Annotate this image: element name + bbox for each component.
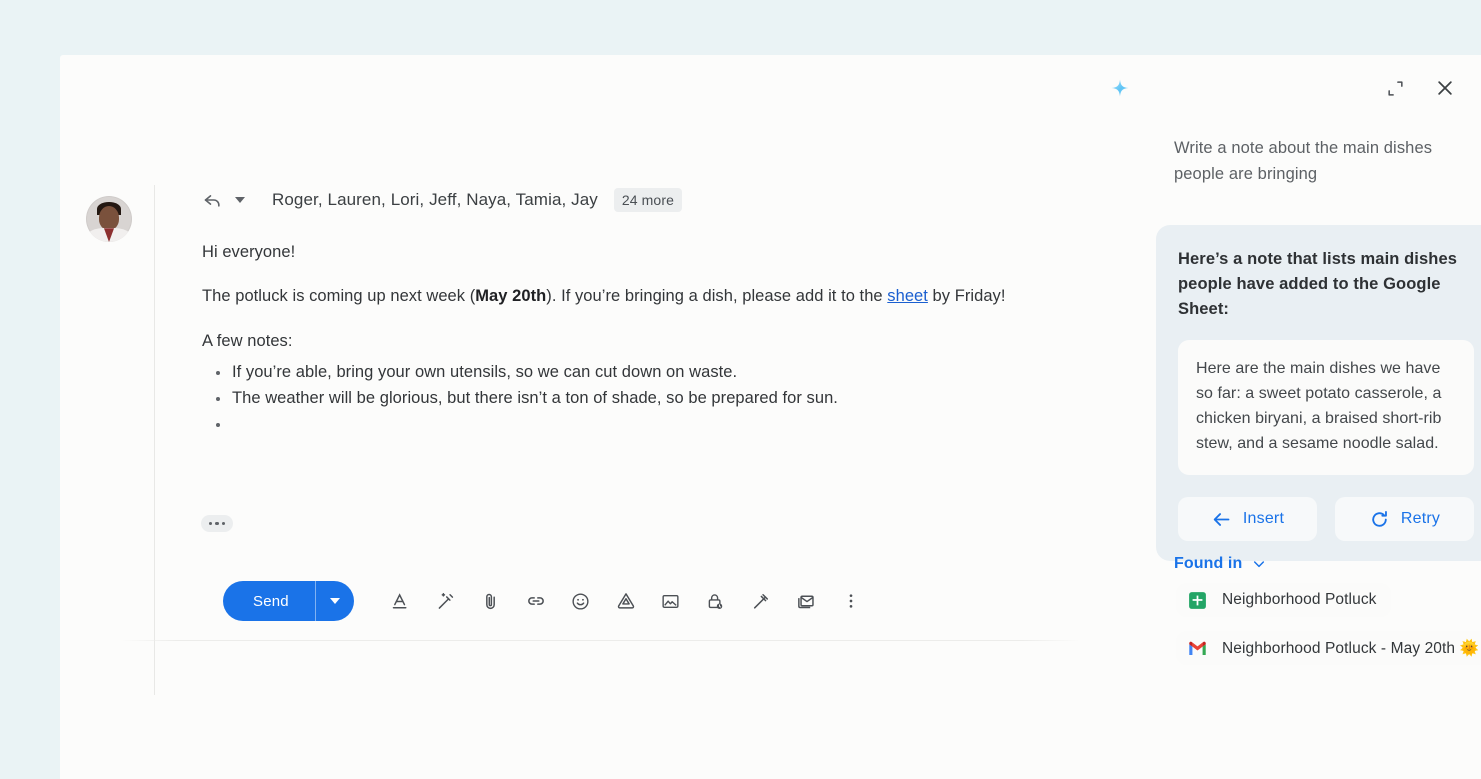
source-label: Neighborhood Potluck [1222, 591, 1377, 608]
paragraph-prefix: The potluck is coming up next week ( [202, 287, 476, 306]
notes-label: A few notes: [202, 331, 293, 350]
send-button[interactable]: Send [223, 581, 354, 621]
screen-root: Roger, Lauren, Lori, Jeff, Naya, Tamia, … [0, 0, 1481, 779]
email-body[interactable]: Hi everyone! The potluck is coming up ne… [202, 241, 1054, 435]
sheet-link[interactable]: sheet [887, 287, 928, 305]
insert-button[interactable]: Insert [1178, 497, 1317, 542]
recipient-expand-caret-icon[interactable] [230, 190, 250, 210]
expand-panel-icon[interactable] [1379, 72, 1411, 104]
compose-tool-icons [388, 588, 864, 614]
insert-photo-icon[interactable] [658, 588, 684, 614]
send-options-caret-icon[interactable] [316, 598, 354, 604]
paragraph-mid: ). If you’re bringing a dish, please add… [546, 287, 888, 306]
send-button-label: Send [253, 592, 289, 610]
list-item[interactable]: Neighborhood Potluck [1176, 583, 1391, 617]
insert-link-icon[interactable] [523, 588, 549, 614]
compose-window: Roger, Lauren, Lori, Jeff, Naya, Tamia, … [60, 55, 1080, 779]
chevron-down-icon [1251, 556, 1267, 572]
insert-signature-pen-icon[interactable] [748, 588, 774, 614]
body-paragraph: The potluck is coming up next week (May … [202, 285, 1054, 308]
found-in-toggle[interactable]: Found in [1174, 555, 1267, 573]
close-icon[interactable] [1429, 72, 1461, 104]
list-item: If you’re able, bring your own utensils,… [212, 361, 1054, 385]
attach-paperclip-icon[interactable] [478, 588, 504, 614]
compose-bottom-divider [120, 640, 1080, 641]
generated-note-text: Here are the main dishes we have so far:… [1196, 360, 1442, 453]
google-sheets-icon [1187, 590, 1208, 611]
panel-header-actions [1379, 72, 1461, 104]
retry-button[interactable]: Retry [1335, 497, 1474, 542]
gemini-sparkle-icon [1105, 73, 1135, 103]
caret-shape [329, 598, 340, 604]
dot [215, 521, 219, 526]
paragraph-bold-date: May 20th [475, 287, 547, 306]
found-in-source-list: Neighborhood Potluck Neighborhood Potluc… [1176, 583, 1481, 665]
reply-arrow-icon[interactable] [202, 190, 224, 210]
compose-toolbar: Send [223, 581, 864, 621]
recipient-row: Roger, Lauren, Lori, Jeff, Naya, Tamia, … [202, 185, 1054, 215]
email-template-icon[interactable] [793, 588, 819, 614]
retry-button-label: Retry [1400, 510, 1441, 528]
insert-button-label: Insert [1242, 510, 1285, 528]
caret-shape [235, 197, 245, 203]
body-greeting: Hi everyone! [202, 243, 296, 261]
insert-emoji-icon[interactable] [568, 588, 594, 614]
list-item[interactable]: Neighborhood Potluck - May 20th 🌞 [1176, 631, 1481, 665]
source-label: Neighborhood Potluck - May 20th 🌞 [1222, 639, 1479, 657]
recipients-list[interactable]: Roger, Lauren, Lori, Jeff, Naya, Tamia, … [272, 190, 598, 210]
google-drive-icon[interactable] [613, 588, 639, 614]
generated-note-box[interactable]: Here are the main dishes we have so far:… [1178, 340, 1474, 476]
avatar-face [98, 206, 120, 231]
gemini-prompt-text: Write a note about the main dishes peopl… [1174, 139, 1433, 184]
panel-header [1080, 55, 1481, 127]
paragraph-suffix: by Friday! [927, 287, 1006, 306]
dot [208, 521, 213, 526]
gmail-icon [1187, 638, 1208, 659]
more-recipients-chip[interactable]: 24 more [613, 188, 682, 212]
show-trimmed-content-button[interactable] [201, 515, 233, 532]
result-heading: Here’s a note that lists main dishes peo… [1178, 250, 1457, 319]
notes-list: If you’re able, bring your own utensils,… [212, 361, 1054, 435]
result-actions: Insert Retry [1178, 497, 1474, 542]
gemini-side-panel: Write a note about the main dishes peopl… [1080, 55, 1481, 779]
gemini-result-card: Here’s a note that lists main dishes peo… [1156, 225, 1481, 562]
list-item[interactable] [212, 413, 1054, 435]
insert-arrow-left-icon [1211, 509, 1232, 530]
magic-wand-pen-icon[interactable] [433, 588, 459, 614]
found-in-label: Found in [1174, 555, 1243, 572]
retry-refresh-icon [1369, 509, 1390, 530]
more-vert-icon[interactable] [838, 588, 864, 614]
dot [221, 521, 226, 526]
app-card: Roger, Lauren, Lori, Jeff, Naya, Tamia, … [60, 55, 1481, 779]
format-text-icon[interactable] [388, 588, 414, 614]
confidential-mode-lock-icon[interactable] [703, 588, 729, 614]
avatar [86, 196, 132, 242]
list-item: The weather will be glorious, but there … [212, 387, 1054, 411]
